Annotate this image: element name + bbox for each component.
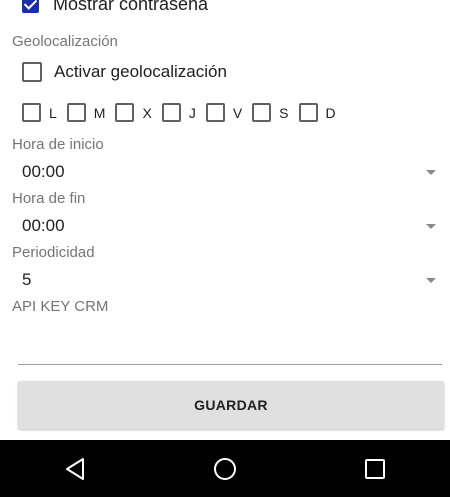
day-checkbox-saturday[interactable]: S [252,103,289,122]
day-checkbox-monday[interactable]: L [22,103,57,122]
day-checkbox[interactable] [205,103,225,122]
day-label: M [93,104,106,121]
show-password-label: Mostrar contraseña [53,0,209,14]
periodicity-label: Periodicidad [12,244,95,261]
home-icon[interactable] [205,449,245,489]
dropdown-arrow-icon [426,169,436,175]
day-checkbox-thursday[interactable]: J [161,103,196,122]
save-button[interactable]: GUARDAR [18,381,444,429]
geolocation-section-label: Geolocalización [12,33,118,50]
end-time-spinner[interactable]: 00:00 [22,213,438,239]
day-label: L [49,104,57,121]
start-time-spinner[interactable]: 00:00 [22,159,438,185]
day-checkbox-sunday[interactable]: D [298,103,336,122]
show-password-checkbox-row[interactable]: Mostrar contraseña [22,0,208,16]
start-time-value: 00:00 [22,162,65,181]
day-checkbox-friday[interactable]: V [205,103,243,122]
day-checkbox[interactable] [298,103,318,122]
day-checkbox[interactable] [252,103,272,122]
periodicity-spinner[interactable]: 5 [22,267,438,293]
day-checkbox[interactable] [161,103,181,122]
dropdown-arrow-icon [426,277,436,283]
android-navigation-bar [0,440,450,497]
recents-icon[interactable] [355,449,395,489]
day-label: S [279,104,289,121]
day-label: X [142,104,152,121]
dropdown-arrow-icon [426,223,436,229]
day-label: J [188,104,196,121]
api-key-input[interactable] [18,318,442,365]
day-checkbox[interactable] [115,103,135,122]
day-checkbox-tuesday[interactable]: M [66,103,106,122]
day-label: D [325,104,336,121]
back-icon[interactable] [55,449,95,489]
settings-screen: Mostrar contraseña Geolocalización Activ… [0,0,450,497]
day-checkbox[interactable] [22,103,41,122]
end-time-label: Hora de fin [12,190,86,207]
show-password-checkbox[interactable] [22,0,39,13]
day-checkbox-wednesday[interactable]: X [115,103,152,122]
geolocation-checkbox-row[interactable]: Activar geolocalización [22,62,227,82]
geolocation-checkbox-label: Activar geolocalización [54,62,227,81]
geolocation-checkbox[interactable] [22,62,42,82]
day-checkbox[interactable] [66,103,86,122]
start-time-label: Hora de inicio [12,136,104,153]
periodicity-value: 5 [22,270,32,289]
api-key-label: API KEY CRM [12,298,109,315]
day-label: V [232,104,243,121]
end-time-value: 00:00 [22,216,65,235]
weekday-checkboxes: L M X J V S D [22,103,346,122]
